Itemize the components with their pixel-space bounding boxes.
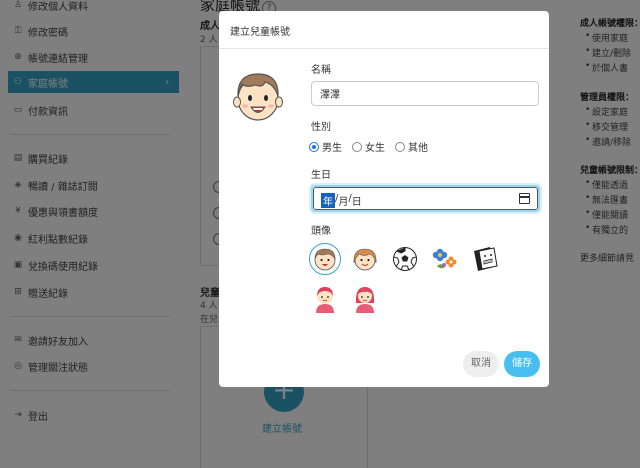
- avatar-option-soccer[interactable]: [389, 243, 421, 275]
- dialog-title: 建立兒童帳號: [230, 27, 290, 38]
- avatar-preview-icon: [233, 66, 283, 126]
- boy-face-icon: [314, 248, 336, 271]
- girl-face-icon: [353, 248, 377, 271]
- date-field-frame: 年 / 月 / 日: [313, 187, 538, 210]
- radio-label: 女生: [365, 143, 385, 154]
- gender-radio-group: 男生 女生 其他: [309, 139, 438, 154]
- radio-label: 其他: [408, 143, 428, 154]
- flowers-icon: [432, 248, 457, 269]
- dialog-header: 建立兒童帳號: [219, 11, 549, 49]
- create-child-dialog: 建立兒童帳號 名稱 性別 男生 女生 其他 生日 年 / 月 /: [219, 11, 549, 387]
- avatar-option-comic[interactable]: [469, 243, 501, 275]
- boy-pink-icon: [316, 287, 334, 313]
- avatar-option-girl-pink[interactable]: [349, 283, 381, 315]
- cancel-button[interactable]: 取消: [463, 351, 499, 377]
- birthday-date-input[interactable]: 年 / 月 / 日: [311, 185, 540, 212]
- girl-pink-icon: [355, 287, 375, 313]
- birthday-label: 生日: [311, 170, 331, 181]
- date-day-segment[interactable]: 日: [352, 193, 362, 208]
- radio-unchecked-icon[interactable]: [395, 141, 405, 152]
- avatar-option-girl[interactable]: [349, 243, 381, 275]
- avatar-option-boy[interactable]: [309, 243, 341, 275]
- save-button[interactable]: 儲存: [504, 351, 540, 377]
- soccer-ball-icon: [393, 247, 417, 271]
- date-segments: 年 / 月 / 日: [321, 193, 362, 208]
- gender-option-female[interactable]: 女生: [352, 139, 385, 154]
- gender-option-other[interactable]: 其他: [395, 139, 428, 154]
- avatar-label: 頭像: [311, 226, 331, 237]
- radio-label: 男生: [322, 143, 342, 154]
- calendar-icon[interactable]: [519, 193, 530, 204]
- date-year-segment[interactable]: 年: [321, 193, 335, 208]
- name-input[interactable]: [311, 81, 539, 106]
- name-label: 名稱: [311, 65, 331, 76]
- date-month-segment[interactable]: 月: [338, 193, 348, 208]
- gender-option-male[interactable]: 男生: [309, 139, 342, 154]
- avatar-option-boy-pink[interactable]: [309, 283, 341, 315]
- avatar-option-flowers[interactable]: [429, 243, 461, 275]
- radio-checked-icon[interactable]: [309, 141, 319, 152]
- gender-label: 性別: [311, 122, 331, 133]
- radio-unchecked-icon[interactable]: [352, 141, 362, 152]
- comic-face-icon: [474, 247, 498, 271]
